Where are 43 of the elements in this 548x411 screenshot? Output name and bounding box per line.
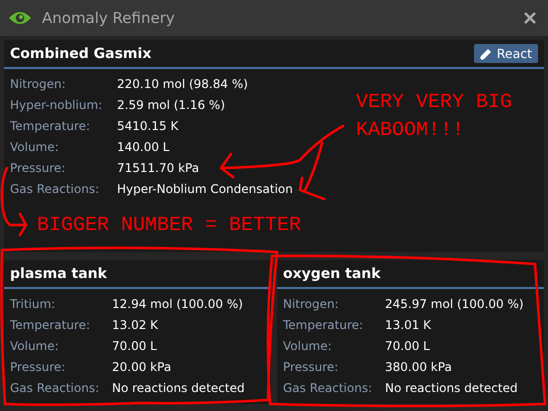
field-value: 140.00 L bbox=[117, 139, 170, 156]
field-value: 13.01 K bbox=[385, 317, 432, 334]
field-label: Volume: bbox=[10, 338, 60, 355]
section-title: oxygen tank bbox=[283, 266, 381, 282]
field-value: 71511.70 kPa bbox=[117, 160, 200, 177]
test-tube-icon bbox=[480, 48, 492, 60]
eye-icon bbox=[8, 10, 32, 26]
close-icon[interactable] bbox=[524, 12, 536, 24]
field-label: Hyper-noblium: bbox=[10, 97, 104, 114]
field-label: Temperature: bbox=[10, 118, 92, 135]
field-label: Gas Reactions: bbox=[10, 181, 100, 198]
field-label: Pressure: bbox=[10, 359, 66, 376]
react-button[interactable]: React bbox=[474, 44, 538, 63]
field-value: 2.59 mol (1.16 %) bbox=[117, 97, 226, 114]
field-value: 5410.15 K bbox=[117, 118, 178, 135]
field-value: 220.10 mol (98.84 %) bbox=[117, 76, 248, 93]
field-label: Temperature: bbox=[283, 317, 364, 334]
field-label: Nitrogen: bbox=[283, 296, 340, 313]
field-value: 70.00 L bbox=[385, 338, 430, 355]
field-value: Hyper-Noblium Condensation bbox=[117, 181, 293, 198]
field-value: 12.94 mol (100.00 %) bbox=[112, 296, 243, 313]
field-value: 13.02 K bbox=[112, 317, 158, 334]
annotation-text: VERY VERY BIG bbox=[356, 92, 512, 114]
section-title: plasma tank bbox=[10, 266, 107, 282]
field-value: 380.00 kPa bbox=[385, 359, 452, 376]
field-label: Gas Reactions: bbox=[10, 380, 100, 397]
field-value: No reactions detected bbox=[112, 380, 245, 397]
annotation-text: KABOOM!!! bbox=[356, 120, 464, 142]
field-value: 245.97 mol (100.00 %) bbox=[385, 296, 524, 313]
field-value: No reactions detected bbox=[385, 380, 518, 397]
field-label: Gas Reactions: bbox=[283, 380, 374, 397]
field-label: Temperature: bbox=[10, 317, 92, 334]
window-title: Anomaly Refinery bbox=[42, 9, 176, 27]
field-label: Pressure: bbox=[283, 359, 340, 376]
annotation-text: BIGGER NUMBER = BETTER bbox=[37, 215, 302, 237]
field-label: Volume: bbox=[283, 338, 333, 355]
field-label: Nitrogen: bbox=[10, 76, 67, 93]
field-label: Tritium: bbox=[10, 296, 56, 313]
field-label: Volume: bbox=[10, 139, 60, 156]
field-value: 20.00 kPa bbox=[112, 359, 172, 376]
field-label: Pressure: bbox=[10, 160, 66, 177]
section-title: Combined Gasmix bbox=[10, 46, 152, 62]
field-value: 70.00 L bbox=[112, 338, 157, 355]
